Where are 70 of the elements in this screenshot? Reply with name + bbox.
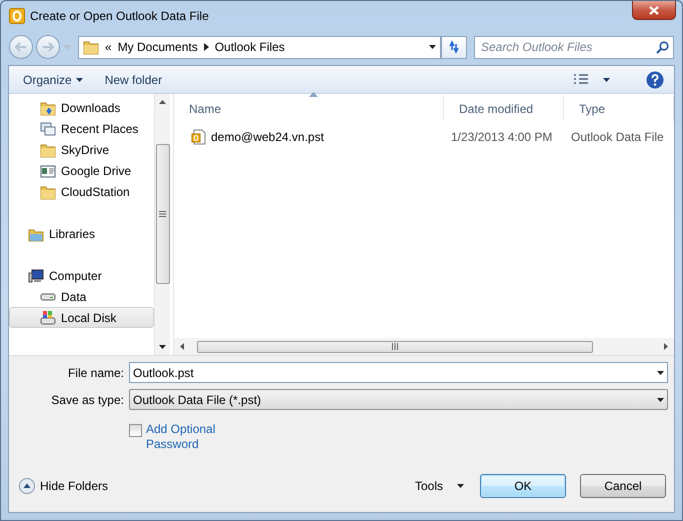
scroll-down-arrow-icon[interactable] [159,345,166,349]
breadcrumb-arrow-icon[interactable] [204,43,209,51]
refresh-button[interactable] [441,36,467,58]
recent-places-icon [40,120,56,136]
folder-download-icon [40,100,56,116]
checkbox[interactable] [129,424,142,437]
breadcrumb-item[interactable]: My Documents [118,38,198,56]
folder-icon [40,184,56,200]
grip-icon [392,343,398,350]
scroll-left-arrow-icon[interactable] [180,343,184,350]
vertical-scrollbar[interactable] [154,94,170,355]
sidebar-item[interactable]: Computer [9,265,154,286]
dropdown-icon [457,484,464,488]
refresh-icon [447,40,461,54]
tools-menu-button[interactable]: Tools [410,475,468,497]
window-icon [40,162,56,178]
hide-folders-button[interactable]: Hide Folders [17,477,110,495]
dropdown-icon[interactable] [429,45,436,49]
sidebar-item[interactable]: Data [9,286,154,307]
dropdown-icon [603,78,610,82]
drive-icon [40,292,56,300]
dropdown-icon [76,78,83,82]
dropdown-icon [657,398,664,402]
breadcrumb-item[interactable]: Outlook Files [214,38,285,56]
data-file-icon [191,129,207,145]
cancel-button[interactable]: Cancel [580,474,666,498]
table-cell-text: Outlook Data File [570,129,665,146]
sidebar-item[interactable]: Recent Places [9,118,154,139]
new-folder-button[interactable]: New folder [100,68,166,90]
sort-ascending-icon [308,92,318,97]
window-title: Create or Open Outlook Data File [30,8,209,25]
list-view-icon [573,74,589,86]
file-name[interactable]: demo@web24.vn.pst [211,128,324,146]
scroll-right-arrow-icon[interactable] [664,343,668,350]
file-name-combo-box[interactable]: Outlook.pst [129,362,668,383]
sidebar-item[interactable]: Downloads [9,97,154,118]
grip-icon [159,211,166,217]
forward-arrow-icon [42,42,54,52]
file-type-dropdown[interactable]: Outlook Data File (*.pst) [129,389,668,410]
column-header[interactable]: Date modified [444,96,564,121]
folder-icon [83,39,99,55]
column-header[interactable]: Type [564,96,674,121]
field-label: File name: [66,364,125,382]
outlook-icon [9,8,25,24]
column-header[interactable]: Name [174,96,444,121]
system-drive-icon [40,310,56,326]
close-icon [649,6,659,14]
computer-icon [28,268,44,284]
help-icon [646,70,664,88]
horizontal-scrollbar[interactable] [174,338,674,355]
sidebar-item[interactable]: Google Drive [9,160,154,181]
address-bar[interactable]: « My Documents Outlook Files [78,36,441,58]
search-icon [656,40,669,54]
dropdown-icon[interactable] [657,370,664,374]
overflow-chevron[interactable]: « [105,38,112,56]
table-cell-text: 1/23/2013 4:00 PM [450,129,554,146]
folder-icon [40,142,56,158]
back-arrow-icon [15,42,27,52]
ok-button[interactable]: OK [480,474,566,498]
scroll-up-arrow-icon[interactable] [159,100,166,104]
sidebar-item[interactable]: Local Disk [9,307,154,328]
close-button[interactable] [632,1,676,20]
organize-menu-button[interactable]: Organize [19,68,87,90]
collapse-icon [19,478,35,494]
field-label: Save as type: [50,392,125,408]
checkbox-label[interactable]: Add Optional Password [146,422,226,452]
sidebar-item[interactable]: CloudStation [9,181,154,202]
search-box[interactable]: Search Outlook Files [474,36,674,58]
sidebar-item[interactable]: Libraries [9,223,154,244]
sidebar-item[interactable]: SkyDrive [9,139,154,160]
